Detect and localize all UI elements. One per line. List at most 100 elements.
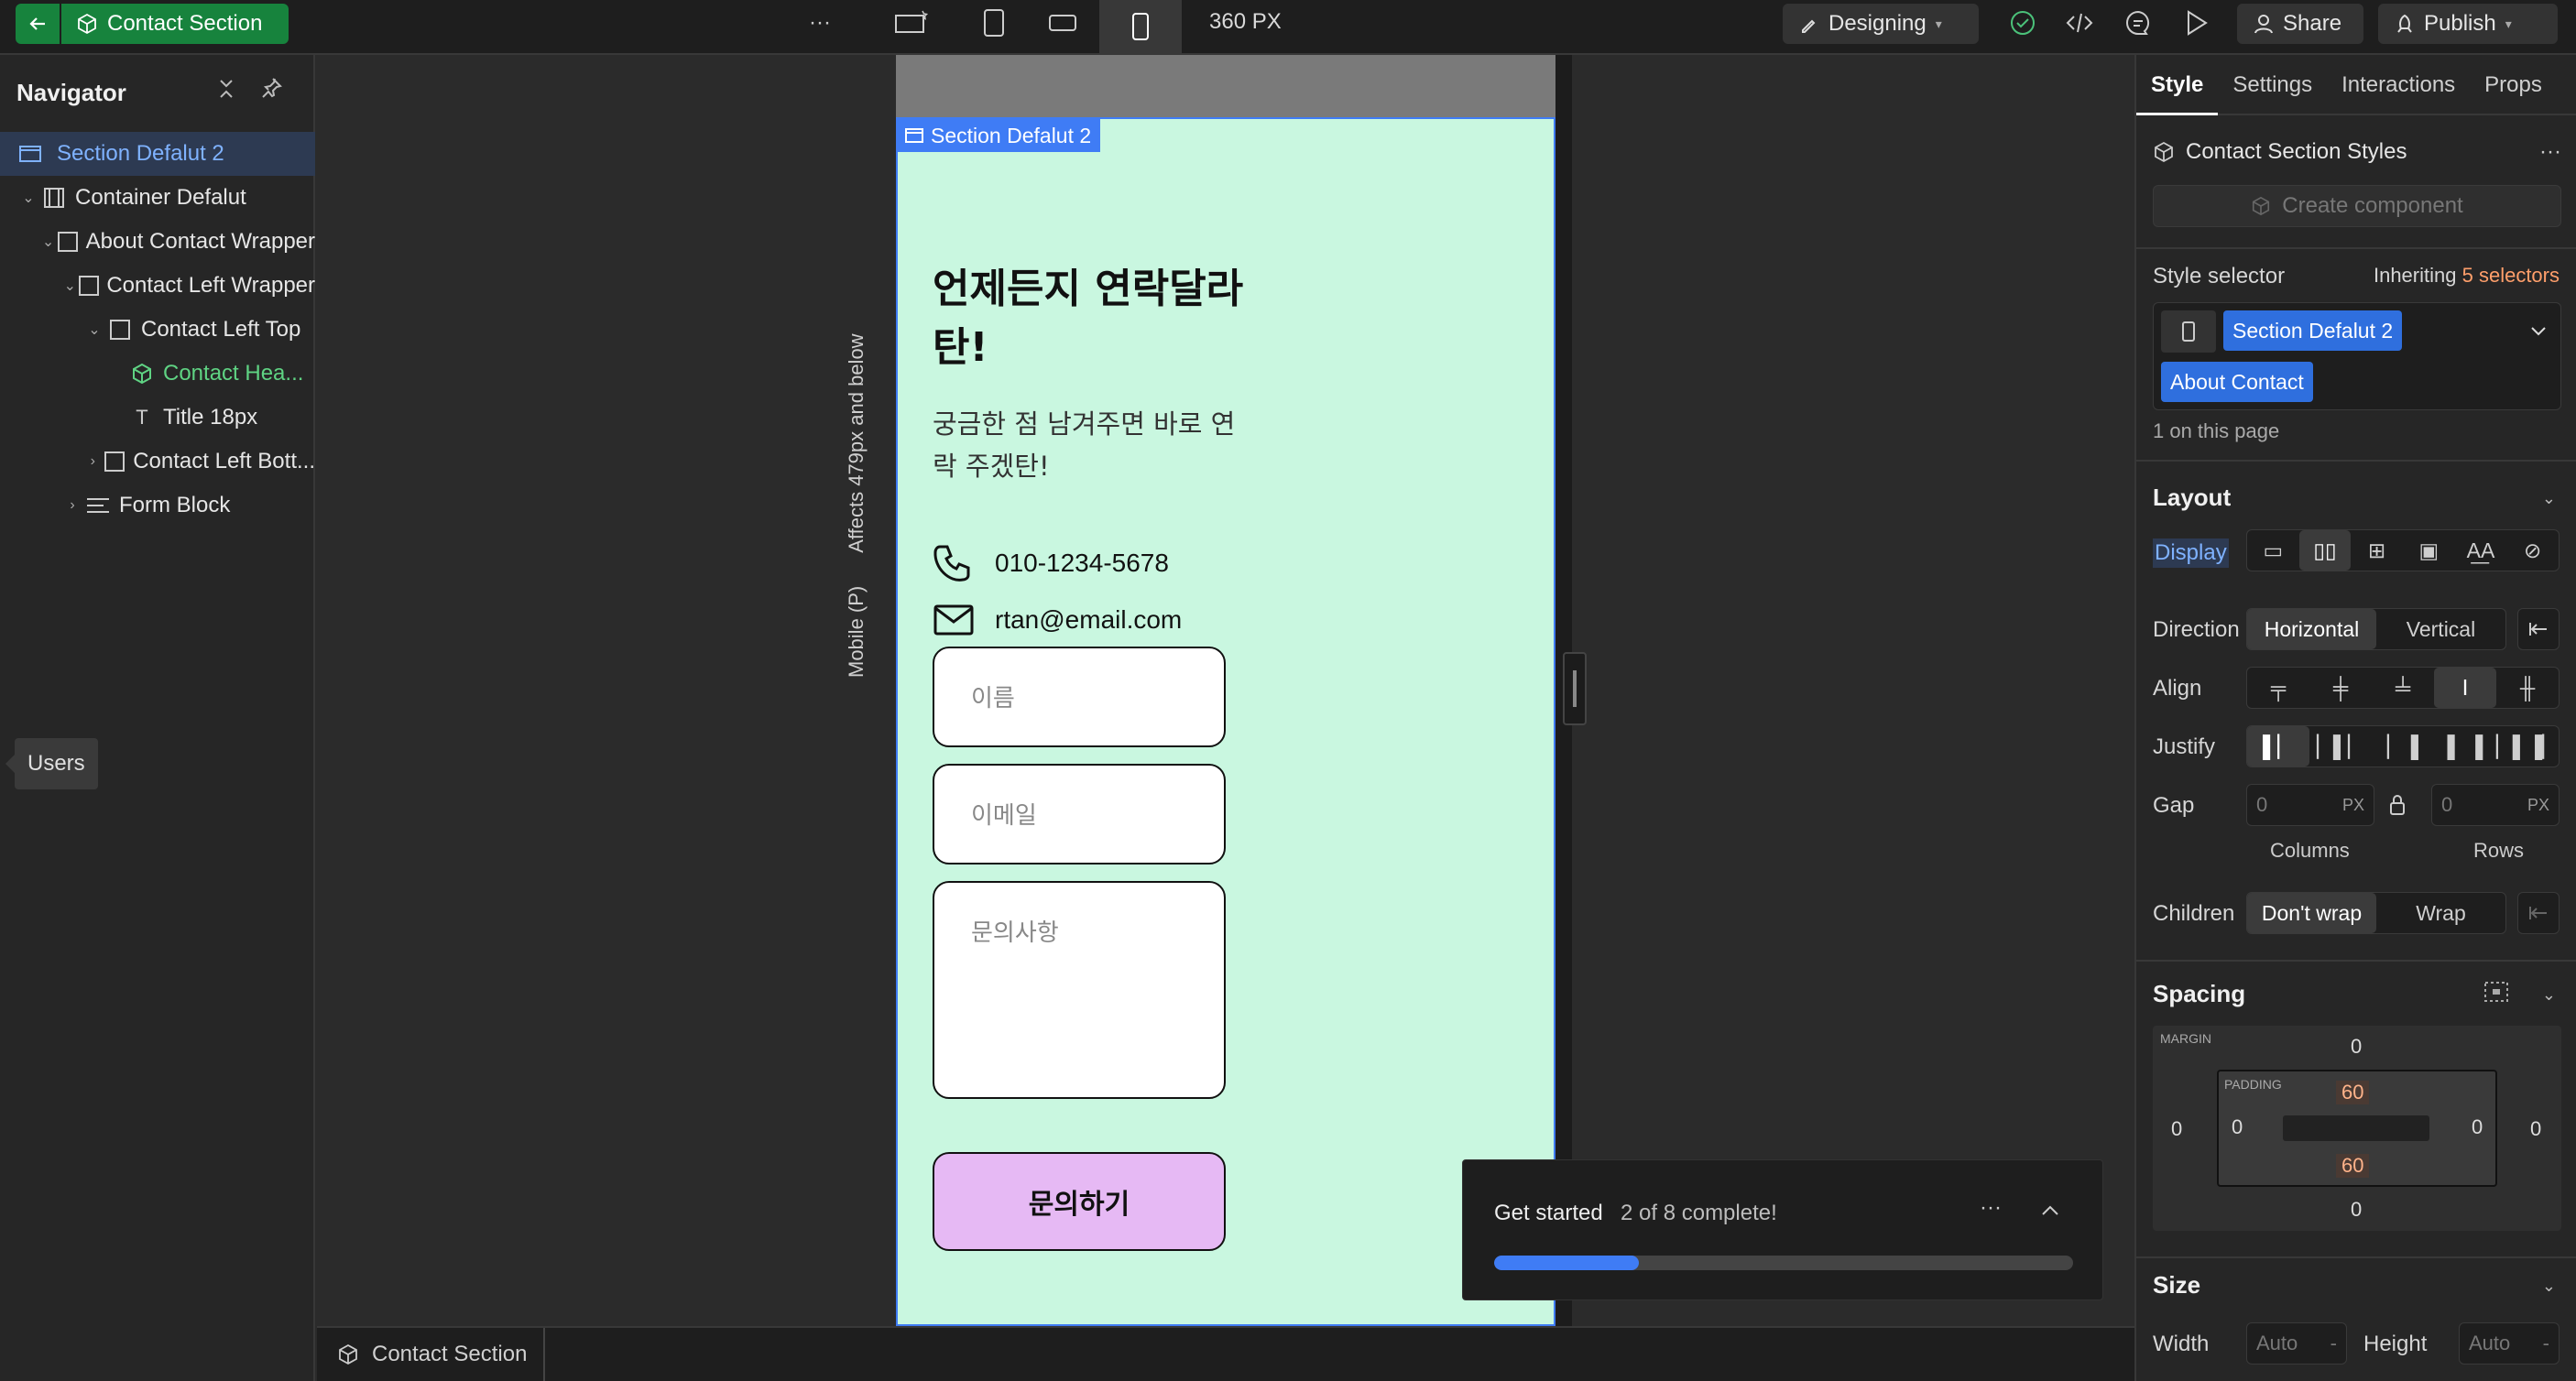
chevron-down-icon[interactable]: ⌄ xyxy=(18,189,38,207)
display-none-option[interactable]: ⊘ xyxy=(2506,530,2559,571)
spacing-preset-icon[interactable] xyxy=(2483,978,2510,1006)
direction-vertical[interactable]: Vertical xyxy=(2376,609,2505,649)
justify-around-icon[interactable]: ▏▌▐▏ xyxy=(2496,726,2559,767)
chevron-down-icon[interactable]: ⌄ xyxy=(40,233,56,251)
more-button[interactable]: ··· xyxy=(797,0,843,46)
justify-between-icon[interactable]: ▌ ▐ xyxy=(2434,726,2496,767)
children-wrap[interactable]: Wrap xyxy=(2376,893,2505,933)
chevron-down-icon[interactable]: ⌄ xyxy=(2542,1277,2556,1296)
tree-item-contact-left-bottom[interactable]: › Contact Left Bott... xyxy=(0,440,315,484)
margin-left-value[interactable]: 0 xyxy=(2171,1117,2182,1141)
resize-handle[interactable] xyxy=(1563,652,1587,725)
chevron-down-icon[interactable] xyxy=(2529,323,2548,338)
contact-heading[interactable]: 언제든지 연락달라탄! xyxy=(933,260,1244,377)
gap-columns-input[interactable]: 0 PX xyxy=(2246,784,2374,826)
component-button[interactable]: Contact Section xyxy=(61,4,289,44)
tree-item-title[interactable]: T Title 18px xyxy=(0,396,315,440)
justify-end-icon[interactable]: ▏▐ xyxy=(2372,726,2434,767)
direction-horizontal[interactable]: Horizontal xyxy=(2247,609,2376,649)
selector-tag-about[interactable]: About Contact xyxy=(2161,362,2313,402)
tree-item-contact-heading[interactable]: Contact Hea... xyxy=(0,352,315,396)
display-block-option[interactable]: ▭ xyxy=(2247,530,2299,571)
collapse-icon[interactable] xyxy=(216,77,236,101)
reverse-direction-button[interactable] xyxy=(2517,608,2560,650)
selected-element-label[interactable]: Section Defalut 2 xyxy=(896,119,1101,152)
reverse-wrap-button[interactable] xyxy=(2517,892,2560,934)
align-start-icon[interactable]: ╤ xyxy=(2247,668,2309,708)
children-dont-wrap[interactable]: Don't wrap xyxy=(2247,893,2376,933)
display-flex-option[interactable]: ▯▯ xyxy=(2298,530,2352,571)
width-input[interactable]: Auto - xyxy=(2246,1322,2347,1365)
layout-section-title[interactable]: Layout xyxy=(2153,484,2231,512)
get-started-title: Get started xyxy=(1494,1201,1603,1225)
tab-interactions[interactable]: Interactions xyxy=(2327,55,2470,115)
padding-bottom-value[interactable]: 60 xyxy=(2336,1154,2370,1178)
justify-start-icon[interactable]: ▌▏ xyxy=(2247,726,2309,767)
spacing-section-title[interactable]: Spacing xyxy=(2153,980,2245,1008)
tree-item-form-block[interactable]: › Form Block xyxy=(0,484,315,527)
breakpoint-chip[interactable] xyxy=(2161,310,2216,353)
align-center-icon[interactable]: ╪ xyxy=(2309,668,2372,708)
tree-item-container[interactable]: ⌄ Container Defalut xyxy=(0,176,315,220)
preview-button[interactable] xyxy=(2178,0,2215,46)
more-icon[interactable]: ··· xyxy=(2539,139,2561,165)
chevron-down-icon[interactable]: ⌄ xyxy=(2542,489,2556,508)
contact-subtitle[interactable]: 궁금한 점 남겨주면 바로 연락 주겠탄! xyxy=(933,403,1244,487)
justify-center-icon[interactable]: ▏▌▏ xyxy=(2309,726,2372,767)
selector-tag-section[interactable]: Section Defalut 2 xyxy=(2223,310,2403,351)
size-section-title[interactable]: Size xyxy=(2153,1271,2200,1299)
padding-left-value[interactable]: 0 xyxy=(2232,1115,2243,1139)
tab-props[interactable]: Props xyxy=(2470,55,2557,115)
tree-item-about-contact-wrapper[interactable]: ⌄ About Contact Wrapper xyxy=(0,220,315,264)
gap-rows-input[interactable]: 0 PX xyxy=(2431,784,2560,826)
display-grid-option[interactable]: ⊞ xyxy=(2351,530,2403,571)
email-input[interactable]: 이메일 xyxy=(933,764,1226,864)
tree-item-section[interactable]: Section Defalut 2 xyxy=(0,132,315,176)
custom-breakpoint-button[interactable] xyxy=(870,0,953,46)
share-button[interactable]: Share xyxy=(2237,4,2363,44)
name-input[interactable]: 이름 xyxy=(933,647,1226,747)
chevron-down-icon[interactable]: ⌄ xyxy=(2542,985,2556,1005)
designing-mode-dropdown[interactable]: Designing ▾ xyxy=(1783,4,1979,44)
design-canvas[interactable]: Section Defalut 2 Mobile (P) Affects 479… xyxy=(317,55,2134,1326)
align-stretch-icon[interactable]: Ⅰ xyxy=(2434,668,2496,708)
publish-button[interactable]: Publish ▾ xyxy=(2378,4,2558,44)
back-button[interactable] xyxy=(16,4,60,44)
breadcrumb[interactable]: Contact Section xyxy=(337,1328,546,1381)
align-end-icon[interactable]: ╧ xyxy=(2372,668,2434,708)
chevron-right-icon[interactable]: › xyxy=(84,453,102,470)
code-button[interactable] xyxy=(2061,0,2098,46)
display-inline-option[interactable]: A͟A xyxy=(2455,530,2507,571)
publish-status-button[interactable] xyxy=(2004,0,2041,46)
inheriting-info[interactable]: Inheriting 5 selectors xyxy=(2374,264,2560,288)
mobile-portrait-button[interactable] xyxy=(1099,0,1182,53)
margin-right-value[interactable]: 0 xyxy=(2530,1117,2541,1141)
chevron-up-icon[interactable] xyxy=(2040,1202,2060,1219)
selector-field[interactable]: Section Defalut 2 About Contact xyxy=(2153,302,2561,410)
message-textarea[interactable]: 문의사항 xyxy=(933,881,1226,1099)
submit-button[interactable]: 문의하기 xyxy=(933,1152,1226,1251)
mobile-landscape-button[interactable] xyxy=(1026,0,1099,46)
chevron-right-icon[interactable]: › xyxy=(62,497,82,514)
padding-right-value[interactable]: 0 xyxy=(2472,1115,2483,1139)
display-label[interactable]: Display xyxy=(2153,538,2229,568)
tablet-button[interactable] xyxy=(953,0,1035,46)
tree-item-contact-left-wrapper[interactable]: ⌄ Contact Left Wrapper xyxy=(0,264,315,308)
tab-settings[interactable]: Settings xyxy=(2218,55,2327,115)
tab-style[interactable]: Style xyxy=(2136,55,2218,115)
align-baseline-icon[interactable]: ╫ xyxy=(2496,668,2559,708)
create-component-button[interactable]: Create component xyxy=(2153,185,2561,227)
tree-item-contact-left-top[interactable]: ⌄ Contact Left Top xyxy=(0,308,315,352)
get-started-widget[interactable]: Get started 2 of 8 complete! ··· xyxy=(1462,1159,2103,1300)
more-icon[interactable]: ··· xyxy=(1980,1195,2002,1221)
chevron-down-icon[interactable]: ⌄ xyxy=(62,277,78,295)
padding-top-value[interactable]: 60 xyxy=(2336,1081,2370,1104)
margin-bottom-value[interactable]: 0 xyxy=(2351,1198,2362,1222)
chevron-down-icon[interactable]: ⌄ xyxy=(84,321,104,339)
height-input[interactable]: Auto - xyxy=(2459,1322,2560,1365)
margin-top-value[interactable]: 0 xyxy=(2351,1035,2362,1059)
pin-icon[interactable] xyxy=(260,77,282,101)
lock-icon[interactable] xyxy=(2387,793,2407,817)
comments-button[interactable] xyxy=(2120,0,2156,46)
display-inline-block-option[interactable]: ▣ xyxy=(2403,530,2455,571)
